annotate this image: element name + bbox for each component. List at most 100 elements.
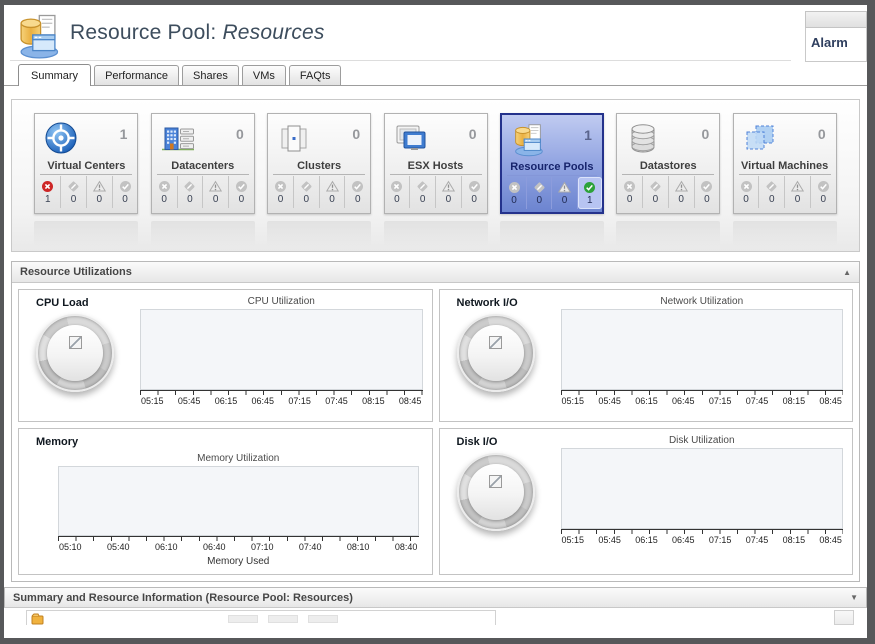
status-warning[interactable]: 0 bbox=[87, 176, 113, 208]
status-normal[interactable]: 0 bbox=[113, 176, 138, 208]
network-plot-area bbox=[561, 309, 844, 390]
warning-icon bbox=[442, 180, 455, 193]
memory-plot-area bbox=[58, 466, 419, 536]
resource-utilizations-panel: Resource Utilizations ▲ CPU Load CPU Uti… bbox=[11, 261, 860, 582]
panel-title: Summary and Resource Information (Resour… bbox=[13, 592, 353, 604]
resource-pool-icon bbox=[509, 120, 547, 158]
tile-virtual-centers[interactable]: 1 Virtual Centers 1 0 0 0 bbox=[34, 113, 138, 214]
minimize-control[interactable] bbox=[834, 610, 854, 625]
cpu-plot-area bbox=[140, 309, 423, 390]
tile-label: Resource Pools bbox=[507, 161, 597, 176]
critical-icon bbox=[533, 181, 546, 194]
collapse-icon[interactable]: ▲ bbox=[843, 268, 851, 277]
status-critical[interactable]: 0 bbox=[294, 176, 320, 208]
status-normal[interactable]: 1 bbox=[578, 177, 602, 209]
status-warning[interactable]: 0 bbox=[785, 176, 811, 208]
status-fatal[interactable]: 0 bbox=[268, 176, 294, 208]
status-normal[interactable]: 0 bbox=[462, 176, 487, 208]
network-io-gauge[interactable] bbox=[457, 314, 535, 392]
datastore-icon bbox=[624, 119, 662, 157]
status-count: 0 bbox=[795, 194, 801, 205]
status-normal[interactable]: 0 bbox=[811, 176, 836, 208]
status-critical[interactable]: 0 bbox=[527, 177, 552, 209]
status-fatal[interactable]: 1 bbox=[35, 176, 61, 208]
tile-datacenters[interactable]: 0 Datacenters 0 0 0 0 bbox=[151, 113, 255, 214]
tab-vms[interactable]: VMs bbox=[242, 65, 286, 85]
status-count: 0 bbox=[820, 194, 826, 205]
entity-tiles-shelf: 1 Virtual Centers 1 0 0 0 0 Datacenters … bbox=[11, 99, 860, 252]
status-fatal[interactable]: 0 bbox=[152, 176, 178, 208]
status-count: 1 bbox=[45, 194, 51, 205]
fatal-icon bbox=[158, 180, 171, 193]
tile-status-row: 0 0 0 1 bbox=[502, 177, 602, 209]
tile-virtual-machines[interactable]: 0 Virtual Machines 0 0 0 0 bbox=[733, 113, 837, 214]
axis-tick-label: 06:45 bbox=[672, 396, 695, 406]
status-fatal[interactable]: 0 bbox=[734, 176, 760, 208]
tile-clusters[interactable]: 0 Clusters 0 0 0 0 bbox=[267, 113, 371, 214]
status-normal[interactable]: 0 bbox=[695, 176, 720, 208]
axis-tick-label: 07:40 bbox=[299, 542, 322, 552]
chart-title: Memory Utilization bbox=[58, 453, 419, 464]
status-critical[interactable]: 0 bbox=[178, 176, 204, 208]
status-warning[interactable]: 0 bbox=[203, 176, 229, 208]
status-fatal[interactable]: 0 bbox=[385, 176, 411, 208]
tab-faqts[interactable]: FAQts bbox=[289, 65, 342, 85]
tile-resource-pools[interactable]: 1 Resource Pools 0 0 0 1 bbox=[500, 113, 604, 214]
warning-icon bbox=[326, 180, 339, 193]
tile-count: 1 bbox=[120, 126, 128, 142]
status-critical[interactable]: 0 bbox=[759, 176, 785, 208]
status-fatal[interactable]: 0 bbox=[502, 177, 527, 209]
status-count: 0 bbox=[71, 194, 77, 205]
status-warning[interactable]: 0 bbox=[552, 177, 577, 209]
tab-performance[interactable]: Performance bbox=[94, 65, 179, 85]
disk-utilization-chart: Disk Utilization 05:1505:4506:1506:4507:… bbox=[561, 435, 844, 545]
expand-icon[interactable]: ▼ bbox=[850, 593, 858, 602]
resource-utilizations-header[interactable]: Resource Utilizations ▲ bbox=[12, 262, 859, 283]
tile-esx-hosts[interactable]: 0 ESX Hosts 0 0 0 0 bbox=[384, 113, 488, 214]
resource-pool-icon bbox=[12, 9, 64, 61]
tile-count: 1 bbox=[584, 127, 592, 143]
tab-bar: Summary Performance Shares VMs FAQts bbox=[4, 64, 867, 86]
axis-tick-label: 05:45 bbox=[178, 396, 201, 406]
status-count: 0 bbox=[471, 194, 477, 205]
tab-shares[interactable]: Shares bbox=[182, 65, 239, 85]
cpu-load-gauge[interactable] bbox=[36, 314, 114, 392]
critical-icon bbox=[765, 180, 778, 193]
status-warning[interactable]: 0 bbox=[436, 176, 462, 208]
status-normal[interactable]: 0 bbox=[345, 176, 370, 208]
network-io-label: Network I/O bbox=[457, 297, 561, 309]
critical-icon bbox=[183, 180, 196, 193]
datacenter-icon bbox=[159, 119, 197, 157]
status-normal[interactable]: 0 bbox=[229, 176, 254, 208]
entity-tiles-row: 1 Virtual Centers 1 0 0 0 0 Datacenters … bbox=[12, 113, 859, 214]
axis-tick-label: 06:15 bbox=[215, 396, 238, 406]
network-utilization-chart: Network Utilization 05:1505:4506:1506:45… bbox=[561, 296, 844, 406]
cpu-utilization-chart: CPU Utilization 05:1505:4506:1506:4507:1… bbox=[140, 296, 423, 406]
status-warning[interactable]: 0 bbox=[320, 176, 346, 208]
status-warning[interactable]: 0 bbox=[669, 176, 695, 208]
status-critical[interactable]: 0 bbox=[643, 176, 669, 208]
tile-count: 0 bbox=[818, 126, 826, 142]
axis-tick-label: 07:45 bbox=[746, 535, 769, 545]
axis-tick-label: 07:15 bbox=[709, 396, 732, 406]
alarms-panel[interactable]: Alarm bbox=[805, 11, 867, 63]
axis-tick-label: 07:45 bbox=[746, 396, 769, 406]
tab-summary[interactable]: Summary bbox=[18, 64, 91, 86]
cluster-icon bbox=[275, 119, 313, 157]
normal-icon bbox=[351, 180, 364, 193]
tile-count: 0 bbox=[701, 126, 709, 142]
no-data-icon bbox=[489, 336, 502, 349]
summary-info-header[interactable]: Summary and Resource Information (Resour… bbox=[4, 587, 867, 608]
fatal-icon bbox=[41, 180, 54, 193]
tile-datastores[interactable]: 0 Datastores 0 0 0 0 bbox=[616, 113, 720, 214]
disk-io-gauge[interactable] bbox=[457, 453, 535, 531]
status-count: 0 bbox=[96, 194, 102, 205]
status-fatal[interactable]: 0 bbox=[617, 176, 643, 208]
normal-icon bbox=[700, 180, 713, 193]
utilization-grid: CPU Load CPU Utilization 05:1505:4506:15… bbox=[12, 283, 859, 581]
memory-label: Memory bbox=[36, 436, 423, 448]
memory-utilization-chart: Memory Utilization 05:1005:4006:1006:400… bbox=[58, 453, 419, 567]
status-critical[interactable]: 0 bbox=[61, 176, 87, 208]
status-count: 0 bbox=[769, 194, 775, 205]
status-critical[interactable]: 0 bbox=[410, 176, 436, 208]
